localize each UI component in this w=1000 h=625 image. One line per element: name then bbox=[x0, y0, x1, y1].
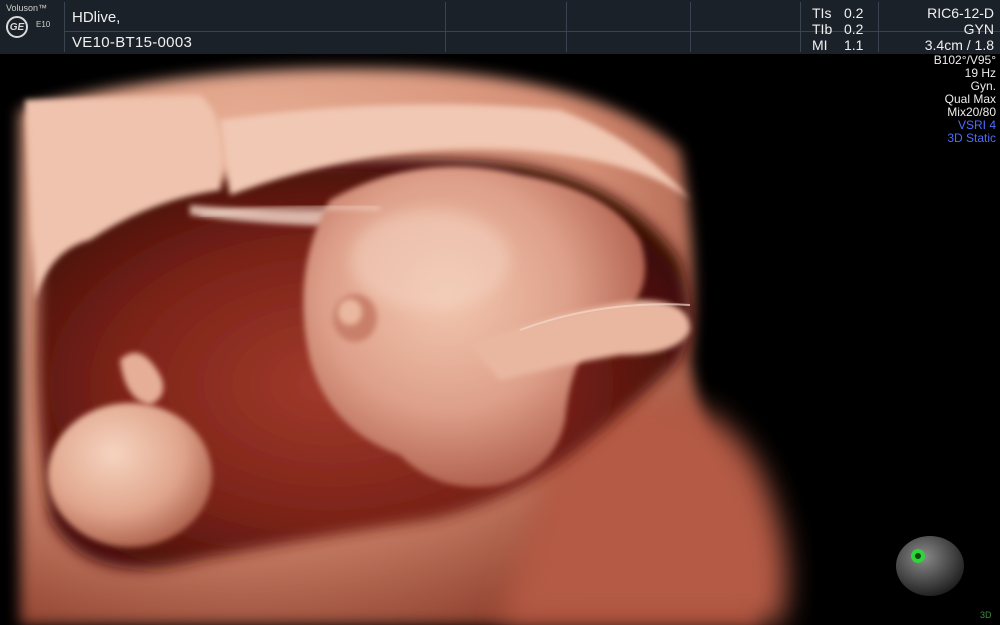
header-divider bbox=[800, 2, 801, 52]
header-divider bbox=[878, 2, 879, 52]
ultrasound-viewport[interactable] bbox=[0, 54, 1000, 625]
header-divider bbox=[445, 2, 446, 52]
header-divider bbox=[64, 2, 65, 52]
header-bar: Voluson™ GE E10 HDlive, VE10-BT15-0003 T… bbox=[0, 0, 1000, 54]
model-label: E10 bbox=[36, 20, 51, 29]
mi-label: MI bbox=[812, 37, 828, 53]
corner-3d-label: 3D bbox=[980, 610, 992, 620]
mode-label: 3D Static bbox=[947, 131, 996, 145]
depth-readout: 3.4cm / 1.8 bbox=[924, 37, 994, 53]
orientation-sphere-icon[interactable] bbox=[896, 536, 964, 596]
logo-block: Voluson™ GE E10 bbox=[0, 0, 62, 54]
patient-id: VE10-BT15-0003 bbox=[72, 34, 193, 51]
header-divider bbox=[566, 2, 567, 52]
tib-label: TIb bbox=[812, 21, 833, 37]
tis-value: 0.2 bbox=[844, 5, 864, 21]
header-divider bbox=[690, 2, 691, 52]
brand-label: Voluson™ bbox=[6, 3, 48, 13]
ge-logo-icon: GE bbox=[6, 16, 28, 38]
application-preset: GYN bbox=[963, 21, 994, 37]
tib-value: 0.2 bbox=[844, 21, 864, 37]
hdlive-render-image bbox=[0, 54, 1000, 625]
mi-value: 1.1 bbox=[844, 37, 864, 53]
probe-name: RIC6-12-D bbox=[927, 5, 994, 21]
patient-name: HDlive, bbox=[72, 9, 121, 26]
tis-label: TIs bbox=[812, 5, 832, 21]
